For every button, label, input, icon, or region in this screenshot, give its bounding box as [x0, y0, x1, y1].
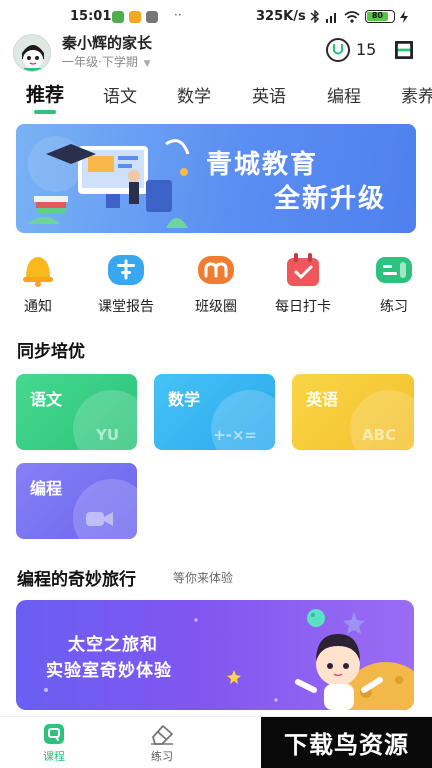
quick-action-label: 每日打卡 — [275, 299, 331, 315]
section-title-travel: 编程的奇妙旅行 — [17, 570, 136, 590]
more-notifications-icon: ·· — [174, 8, 182, 22]
quick-action-label: 课堂报告 — [98, 299, 154, 315]
subject-card-english[interactable]: 英语 ABC — [292, 374, 414, 450]
app-header: 秦小辉的家长 一年级·下学期 ▼ 15 — [0, 28, 432, 74]
nav-label: 练习 — [151, 750, 173, 763]
space-illustration-icon — [44, 609, 414, 710]
tab-math[interactable]: 数学 — [177, 82, 211, 107]
quick-action-class-report[interactable]: 课堂报告 — [91, 252, 161, 316]
report-icon — [106, 252, 146, 288]
subject-tabs: 推荐 语文 数学 英语 编程 素养 — [0, 80, 432, 120]
battery-icon: 80 — [365, 10, 395, 23]
bell-icon — [18, 252, 58, 288]
avatar[interactable] — [13, 34, 51, 72]
quick-action-label: 班级圈 — [195, 299, 237, 315]
class-circle-icon — [196, 252, 236, 288]
app-notification-icon — [112, 11, 124, 23]
promo-banner[interactable]: 青城教育 全新升级 — [16, 124, 416, 233]
app-notification-icon — [129, 11, 141, 23]
practice-icon — [374, 252, 414, 288]
wifi-icon — [344, 10, 360, 23]
avatar-image-icon — [14, 35, 50, 71]
charging-icon — [400, 10, 408, 23]
grade-label: 一年级·下学期 — [62, 55, 138, 69]
banner-title: 青城教育 — [206, 150, 319, 180]
download-notification-icon — [146, 11, 158, 23]
quick-action-label: 通知 — [24, 299, 52, 315]
promo-line-1: 太空之旅和 — [68, 635, 158, 655]
tab-programming[interactable]: 编程 — [327, 82, 361, 107]
username[interactable]: 秦小辉的家长 — [62, 32, 152, 53]
calendar-check-icon — [283, 252, 323, 288]
chevron-down-icon: ▼ — [143, 59, 151, 69]
nav-label: 课程 — [43, 750, 65, 763]
notification-icons — [112, 11, 158, 23]
coin-icon[interactable] — [326, 38, 350, 62]
network-speed: 325K/s — [256, 9, 306, 24]
quick-action-notice[interactable]: 通知 — [3, 252, 73, 316]
signal-icon — [326, 12, 336, 23]
eraser-icon — [151, 725, 173, 745]
grade-selector[interactable]: 一年级·下学期 ▼ — [62, 53, 151, 70]
system-icons: 80 — [310, 10, 408, 23]
subject-card-label: 编程 — [30, 479, 63, 498]
subject-card-label: 数学 — [168, 390, 201, 409]
tab-chinese[interactable]: 语文 — [103, 82, 137, 107]
quick-action-class-circle[interactable]: 班级圈 — [181, 252, 251, 316]
active-tab-indicator — [34, 110, 56, 114]
tab-recommend[interactable]: 推荐 — [26, 80, 64, 107]
promo-line-2: 实验室奇妙体验 — [46, 661, 172, 681]
coin-count: 15 — [356, 40, 377, 59]
quick-action-practice[interactable]: 练习 — [359, 252, 429, 316]
nav-item-practice[interactable]: 练习 — [132, 723, 192, 764]
subject-card-decoration: +-×= — [213, 426, 257, 444]
bluetooth-icon — [310, 10, 320, 23]
banner-subtitle: 全新升级 — [274, 184, 387, 214]
status-time: 15:01 — [70, 9, 112, 24]
course-icon — [44, 724, 64, 744]
nav-item-course[interactable]: 课程 — [24, 723, 84, 764]
quick-actions: 通知 课堂报告 班级圈 每日打卡 练习 — [0, 252, 432, 316]
subject-card-label: 语文 — [30, 390, 63, 409]
subject-card-decoration: ABC — [361, 426, 396, 444]
subject-card-programming[interactable]: 编程 — [16, 463, 137, 539]
tab-literacy[interactable]: 素养 — [401, 82, 432, 107]
programming-promo-banner[interactable]: 太空之旅和 实验室奇妙体验 — [16, 600, 414, 710]
subject-card-chinese[interactable]: 语文 YU — [16, 374, 137, 450]
watermark-logo: 下载鸟资源 — [261, 717, 432, 768]
subject-card-label: 英语 — [306, 390, 339, 409]
section-title-sync: 同步培优 — [17, 342, 85, 362]
quick-action-daily-checkin[interactable]: 每日打卡 — [268, 252, 338, 316]
subject-card-math[interactable]: 数学 +-×= — [154, 374, 275, 450]
banner-illustration-icon — [26, 136, 190, 228]
quick-action-label: 练习 — [380, 299, 408, 315]
video-camera-icon — [86, 512, 113, 526]
menu-icon[interactable] — [392, 38, 416, 62]
tab-english[interactable]: 英语 — [252, 82, 286, 107]
subject-card-decoration: YU — [95, 426, 119, 444]
section-subtitle-travel: 等你来体验 — [173, 571, 234, 585]
